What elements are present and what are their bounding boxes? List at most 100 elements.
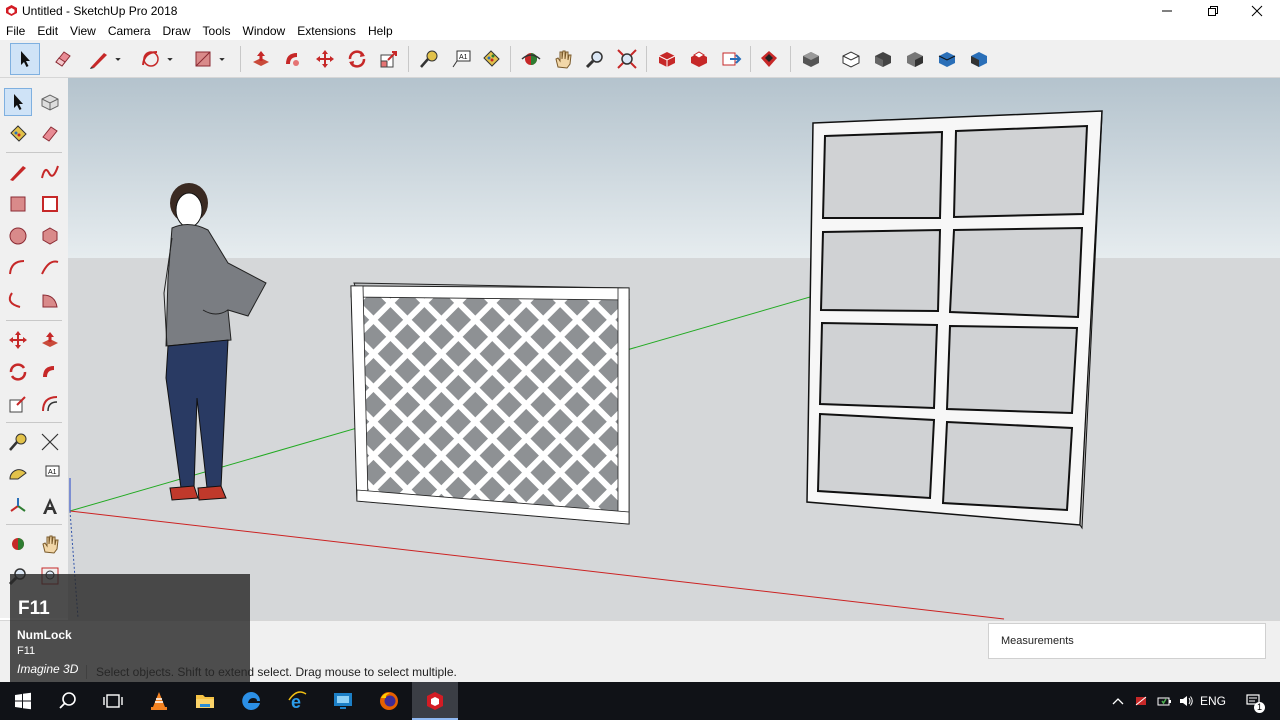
menu-window[interactable]: Window xyxy=(237,22,292,40)
two-point-arc-icon xyxy=(41,260,59,275)
vlc-taskbar-button[interactable] xyxy=(136,682,182,720)
scale-tool-button[interactable] xyxy=(374,43,404,75)
iso-view-button[interactable] xyxy=(796,43,826,75)
follow-me-tool-button[interactable] xyxy=(278,43,308,75)
scale-tool[interactable] xyxy=(4,390,32,418)
volume-button[interactable] xyxy=(1176,682,1196,720)
menu-file[interactable]: File xyxy=(0,22,31,40)
file-explorer-taskbar-button[interactable] xyxy=(182,682,228,720)
eraser-tool-button[interactable] xyxy=(48,43,78,75)
dimension-tool[interactable] xyxy=(36,428,64,456)
modeling-viewport[interactable] xyxy=(68,78,1280,620)
action-center-button[interactable]: 1 xyxy=(1238,682,1268,720)
window-frame-model[interactable] xyxy=(806,110,1103,530)
right-view-button[interactable] xyxy=(900,43,930,75)
orbit-tool[interactable] xyxy=(4,530,32,558)
text-tool-button[interactable]: A1 xyxy=(446,43,476,75)
sketchup-taskbar-button[interactable] xyxy=(412,682,458,720)
extension-warehouse-button[interactable] xyxy=(684,43,714,75)
two-point-arc-tool[interactable] xyxy=(36,254,64,282)
left-view-button[interactable] xyxy=(964,43,994,75)
paint-bucket-tool-button[interactable] xyxy=(476,43,506,75)
lattice-panel-model[interactable] xyxy=(350,282,630,525)
edge-taskbar-button[interactable] xyxy=(228,682,274,720)
close-button[interactable] xyxy=(1234,0,1280,22)
push-pull-tool[interactable] xyxy=(36,326,64,354)
move-tool-button[interactable] xyxy=(310,43,340,75)
menu-extensions[interactable]: Extensions xyxy=(291,22,362,40)
menu-bar: File Edit View Camera Draw Tools Window … xyxy=(0,22,1280,40)
follow-me-tool[interactable] xyxy=(36,358,64,386)
line-tool[interactable] xyxy=(4,158,32,186)
axes-tool[interactable] xyxy=(4,492,32,520)
eraser-tool[interactable] xyxy=(36,120,64,148)
pan-tool[interactable] xyxy=(36,530,64,558)
toolbar-separator xyxy=(750,46,751,72)
pie-tool[interactable] xyxy=(36,286,64,314)
select-tool[interactable] xyxy=(4,88,32,116)
menu-tools[interactable]: Tools xyxy=(197,22,237,40)
offset-tool[interactable] xyxy=(36,390,64,418)
rectangle-tool[interactable] xyxy=(4,190,32,218)
internet-explorer-taskbar-button[interactable]: e xyxy=(274,682,320,720)
front-view-button[interactable] xyxy=(868,43,898,75)
3d-warehouse-button[interactable] xyxy=(652,43,682,75)
menu-draw[interactable]: Draw xyxy=(157,22,197,40)
three-point-arc-tool[interactable] xyxy=(4,286,32,314)
send-to-layout-button[interactable] xyxy=(716,43,746,75)
tray-overflow-button[interactable] xyxy=(1108,682,1128,720)
freehand-tool[interactable] xyxy=(36,158,64,186)
text-tool[interactable]: A1 xyxy=(36,460,64,488)
push-pull-tool-button[interactable] xyxy=(246,43,276,75)
restore-button[interactable] xyxy=(1190,0,1236,22)
line-dropdown-button[interactable] xyxy=(110,43,126,75)
rotated-rectangle-tool[interactable] xyxy=(36,190,64,218)
zoom-tool-button[interactable] xyxy=(580,43,610,75)
3d-text-tool[interactable] xyxy=(36,492,64,520)
rotate-tool[interactable] xyxy=(4,358,32,386)
volume-icon xyxy=(1180,696,1193,706)
extension-manager-button[interactable] xyxy=(754,43,784,75)
tape-measure-tool[interactable] xyxy=(4,428,32,456)
circle-tool[interactable] xyxy=(4,222,32,250)
tray-app-icon xyxy=(1135,696,1147,706)
polygon-tool[interactable] xyxy=(36,222,64,250)
start-button[interactable] xyxy=(0,682,46,720)
text-icon: A1 xyxy=(452,50,471,68)
tape-measure-tool-button[interactable] xyxy=(414,43,444,75)
arc-tool[interactable] xyxy=(4,254,32,282)
pan-tool-button[interactable] xyxy=(548,43,578,75)
minimize-button[interactable] xyxy=(1144,0,1190,22)
language-indicator[interactable]: ENG xyxy=(1198,682,1228,720)
task-view-button[interactable] xyxy=(90,682,136,720)
menu-help[interactable]: Help xyxy=(362,22,399,40)
make-component-icon xyxy=(41,94,59,111)
menu-view[interactable]: View xyxy=(64,22,102,40)
rectangle-dropdown-button[interactable] xyxy=(214,43,230,75)
move-tool[interactable] xyxy=(4,326,32,354)
battery-button[interactable] xyxy=(1154,682,1174,720)
select-icon xyxy=(14,94,23,110)
top-view-button[interactable] xyxy=(836,43,866,75)
rotate-icon xyxy=(9,363,27,381)
front-view-icon xyxy=(875,52,891,67)
line-icon xyxy=(90,53,107,69)
firefox-taskbar-button[interactable] xyxy=(366,682,412,720)
remote-desktop-taskbar-button[interactable] xyxy=(320,682,366,720)
arc-dropdown-button[interactable] xyxy=(162,43,178,75)
toolbar-separator xyxy=(6,524,62,525)
select-tool-button[interactable] xyxy=(10,43,40,75)
menu-edit[interactable]: Edit xyxy=(31,22,64,40)
orbit-tool-button[interactable] xyxy=(516,43,546,75)
back-view-button[interactable] xyxy=(932,43,962,75)
text-icon: A1 xyxy=(45,465,60,477)
rotate-tool-button[interactable] xyxy=(342,43,372,75)
make-component-tool[interactable] xyxy=(36,88,64,116)
search-button[interactable] xyxy=(45,682,91,720)
measurements-box[interactable]: Measurements xyxy=(988,623,1266,659)
zoom-extents-tool-button[interactable] xyxy=(612,43,642,75)
protractor-tool[interactable] xyxy=(4,460,32,488)
tray-app-button[interactable] xyxy=(1130,682,1152,720)
paint-bucket-tool[interactable] xyxy=(4,120,32,148)
menu-camera[interactable]: Camera xyxy=(102,22,157,40)
